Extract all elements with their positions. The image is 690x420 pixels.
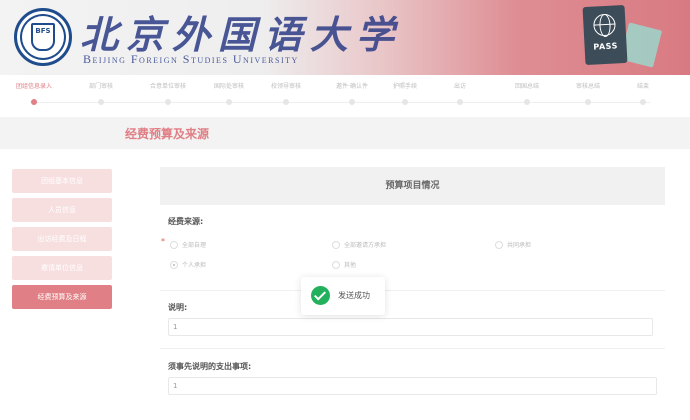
radio-shared-funding[interactable]: 共同承担 xyxy=(495,240,531,249)
step-dot xyxy=(31,99,37,105)
step-label: 护照手续 xyxy=(392,83,418,90)
step-label: 审核总结 xyxy=(575,83,601,90)
check-circle-icon xyxy=(311,286,330,305)
radio-label: 全部自理 xyxy=(182,242,207,249)
step-dot xyxy=(585,99,591,105)
section-title: 经费预算及来源 xyxy=(125,127,210,141)
divider xyxy=(160,290,665,291)
header-banner: BFS 北京外国语大学 Beijing Foreign Studies Univ… xyxy=(0,0,690,75)
radio-circle[interactable] xyxy=(495,241,503,249)
radio-circle[interactable] xyxy=(332,261,340,269)
radio-circle[interactable] xyxy=(170,241,178,249)
radio-label: 全部邀请方承担 xyxy=(344,242,387,249)
toast-message: 发送成功 xyxy=(338,291,370,300)
passport-icon: PASS xyxy=(582,4,628,66)
step-dot xyxy=(98,99,104,105)
sidebar-item-basic-info[interactable]: 团组基本信息 xyxy=(12,169,112,193)
step-label: 校领导审核 xyxy=(270,83,302,90)
seal-shield: BFS xyxy=(31,23,55,51)
note-input[interactable]: 1 xyxy=(168,318,653,336)
globe-icon xyxy=(592,13,617,37)
step-label: 邀件·确认件 xyxy=(336,83,368,90)
radio-circle[interactable] xyxy=(332,241,340,249)
radio-personal-funding[interactable]: 个人承担 xyxy=(170,260,206,269)
step-dot xyxy=(349,99,355,105)
step-dot xyxy=(226,99,232,105)
passport-label: PASS xyxy=(593,41,619,52)
sidebar-item-visit-schedule[interactable]: 出访经费及日程 xyxy=(12,227,112,251)
step-label: 出访 xyxy=(453,83,467,90)
radio-label: 其他 xyxy=(344,262,357,269)
progress-steps: 团组信息录入 部门审核 合意单位审核 国际处审核 校领导审核 邀件·确认件 护照手续 出访 回国… xyxy=(0,76,690,112)
steps-line xyxy=(30,102,650,103)
panel-title: 预算项目情况 xyxy=(160,167,665,205)
radio-label: 个人承担 xyxy=(182,262,207,269)
note-label: 说明: xyxy=(168,303,188,312)
expense-items-label: 须事先说明的支出事项: xyxy=(168,362,252,371)
step-dot xyxy=(402,99,408,105)
divider xyxy=(160,348,665,349)
radio-inviter-funded[interactable]: 全部邀请方承担 xyxy=(332,240,386,249)
step-label: 结束 xyxy=(636,83,650,90)
step-dot xyxy=(524,99,530,105)
step-label: 回国总结 xyxy=(514,83,540,90)
radio-self-funded[interactable]: 全部自理 xyxy=(170,240,206,249)
expense-items-input[interactable]: 1 xyxy=(168,377,657,395)
university-name-en: Beijing Foreign Studies University xyxy=(83,52,299,66)
sidebar-item-personnel[interactable]: 人员信息 xyxy=(12,198,112,222)
step-label: 部门审核 xyxy=(88,83,114,90)
step-dot xyxy=(283,99,289,105)
step-label: 合意单位审核 xyxy=(149,83,187,90)
step-dot xyxy=(165,99,171,105)
success-toast: 发送成功 xyxy=(301,277,385,315)
university-seal-logo: BFS xyxy=(14,8,72,66)
section-header: 经费预算及来源 xyxy=(0,117,690,149)
step-dot xyxy=(640,99,646,105)
step-dot xyxy=(457,99,463,105)
radio-other-funding[interactable]: 其他 xyxy=(332,260,356,269)
sidebar-item-budget[interactable]: 经费预算及来源 xyxy=(12,285,112,309)
sidebar-item-inviting-unit[interactable]: 邀请单位信息 xyxy=(12,256,112,280)
radio-label: 共同承担 xyxy=(507,242,532,249)
funding-source-label: 经费来源: xyxy=(168,217,204,226)
required-mark: * xyxy=(161,237,165,246)
radio-circle[interactable] xyxy=(170,261,178,269)
university-name-cn: 北京外国语大学 xyxy=(80,12,403,57)
step-label: 团组信息录入 xyxy=(15,83,53,90)
step-label: 国际处审核 xyxy=(213,83,245,90)
